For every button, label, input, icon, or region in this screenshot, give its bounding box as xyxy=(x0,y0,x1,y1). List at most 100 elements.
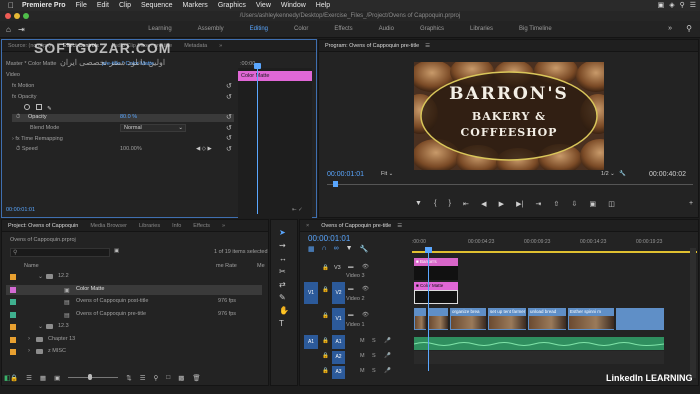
mute-icon[interactable]: M xyxy=(360,368,365,377)
step-back-icon[interactable]: ◀ xyxy=(481,200,486,210)
track-sync-icon[interactable]: ▬ xyxy=(348,312,354,321)
more-tabs-icon[interactable]: » xyxy=(213,43,228,49)
clip-a1-audio[interactable] xyxy=(413,337,665,350)
track-a2-label[interactable]: A2 xyxy=(332,351,345,364)
zoom-slider[interactable] xyxy=(68,374,119,380)
program-timecode[interactable]: 00:00:01:01 xyxy=(327,171,364,180)
snap-icon[interactable]: ∩ xyxy=(322,245,327,253)
project-list-item[interactable]: ▤ Ovens of Cappoquin pre-title 976 fps xyxy=(6,310,262,320)
menu-clip[interactable]: Clip xyxy=(119,2,131,9)
project-search-input[interactable]: ⚲ xyxy=(10,248,110,257)
minimize-window-button[interactable] xyxy=(14,13,20,19)
add-button-icon[interactable]: + xyxy=(689,200,693,209)
menu-file[interactable]: File xyxy=(76,2,87,9)
microphone-icon[interactable]: 🎤 xyxy=(384,338,391,347)
workspace-assembly[interactable]: Assembly xyxy=(198,26,224,32)
ec-mini-timeline[interactable] xyxy=(238,68,312,218)
zoom-select[interactable]: Fit ⌄ xyxy=(381,171,409,179)
panel-menu-icon[interactable]: ☰ xyxy=(425,43,430,49)
mark-out-icon[interactable]: } xyxy=(449,200,451,210)
track-a2-empty[interactable] xyxy=(414,351,664,364)
find-icon[interactable]: ⚲ xyxy=(154,374,159,384)
track-sync-icon[interactable]: ▬ xyxy=(348,264,354,273)
comparison-view-icon[interactable]: ◫ xyxy=(608,200,615,210)
pen-mask-icon[interactable]: ✎ xyxy=(47,106,52,112)
tab-program[interactable]: Program: Ovens of Cappoquin pre-title xyxy=(319,43,425,49)
list-view-icon[interactable]: ☰ xyxy=(26,374,32,384)
track-lock-icon[interactable]: 🔒 xyxy=(322,313,329,322)
extract-icon[interactable]: ⇩ xyxy=(572,200,578,210)
menu-markers[interactable]: Markers xyxy=(183,2,208,9)
ec-playhead-handle[interactable] xyxy=(254,63,261,69)
tab-sequence[interactable]: Ovens of Cappoquin pre-title xyxy=(315,223,397,229)
program-playhead[interactable] xyxy=(333,181,338,187)
master-clip-label[interactable]: Master * Color Matte xyxy=(6,61,56,70)
track-v1-label[interactable]: V1 xyxy=(332,308,345,330)
project-list-item[interactable]: ▤ Ovens of Cappoquin post-title 976 fps xyxy=(6,297,262,307)
track-lock-icon[interactable]: 🔒 xyxy=(322,368,329,377)
menu-edit[interactable]: Edit xyxy=(97,2,109,9)
ec-clip-bar[interactable]: Color Matte xyxy=(238,71,312,81)
lift-icon[interactable]: ⇧ xyxy=(553,200,559,210)
workspace-editing[interactable]: Editing xyxy=(250,26,268,32)
close-window-button[interactable] xyxy=(5,13,11,19)
tab-project[interactable]: Project: Ovens of Cappoquin xyxy=(2,223,84,229)
microphone-icon[interactable]: 🎤 xyxy=(384,353,391,362)
clear-icon[interactable]: 🗑 xyxy=(192,374,200,384)
clip-v1[interactable]: Esther spinni m xyxy=(568,308,615,330)
search-icon[interactable]: ⚲ xyxy=(680,1,685,9)
reset-icon[interactable]: ↺ xyxy=(226,124,232,135)
ec-playhead[interactable] xyxy=(257,64,258,214)
workspace-graphics[interactable]: Graphics xyxy=(420,26,444,32)
program-scrubber[interactable] xyxy=(327,184,693,185)
tab-info[interactable]: Info xyxy=(166,223,187,229)
reset-icon[interactable]: ↺ xyxy=(226,113,232,124)
time-remapping-effect[interactable]: › fx Time Remapping xyxy=(12,136,63,145)
import-icon[interactable]: ⇥ xyxy=(18,25,25,34)
pen-tool-icon[interactable]: ✎ xyxy=(279,293,289,302)
time-ruler[interactable]: :00:00 00:00:04:23 00:00:09:23 00:00:14:23 0… xyxy=(412,238,697,250)
workspace-big-timeline[interactable]: Big Timeline xyxy=(519,26,552,32)
track-visibility-icon[interactable]: 👁 xyxy=(362,286,369,295)
wrench-icon[interactable]: 🔧 xyxy=(619,171,626,180)
add-marker-icon[interactable]: ▼ xyxy=(346,245,353,253)
linked-selection-icon[interactable]: ∞ xyxy=(334,245,339,253)
resolution-select[interactable]: 1/2 ⌄ xyxy=(601,171,615,180)
mute-icon[interactable]: M xyxy=(360,353,365,362)
clip-v1[interactable] xyxy=(414,308,427,330)
project-list-item[interactable]: ⌄ 12.2 xyxy=(6,272,262,282)
ec-current-timecode[interactable]: 00:00:01:01 xyxy=(6,207,35,216)
apple-icon[interactable]:  xyxy=(8,1,14,10)
export-frame-icon[interactable]: ▣ xyxy=(590,200,597,210)
go-to-out-icon[interactable]: ⇥ xyxy=(535,200,541,210)
track-lock-icon[interactable]: 🔒 xyxy=(322,287,329,296)
track-visibility-icon[interactable]: 👁 xyxy=(362,312,369,321)
new-item-icon[interactable]: ▩ xyxy=(178,374,184,384)
razor-tool-icon[interactable]: ✂ xyxy=(279,267,289,276)
source-patch-a1[interactable]: A1 xyxy=(304,335,318,349)
zoom-window-button[interactable] xyxy=(23,13,29,19)
reset-icon[interactable]: ↺ xyxy=(226,93,232,104)
hand-tool-icon[interactable]: ✋ xyxy=(279,306,289,315)
track-select-tool-icon[interactable]: ⇝ xyxy=(279,241,289,250)
opacity-effect[interactable]: fx Opacity xyxy=(12,94,36,103)
project-list-item[interactable]: ▣ Color Matte xyxy=(6,284,262,295)
add-marker-icon[interactable]: ▼ xyxy=(415,200,422,210)
timeline-settings-icon[interactable]: 🔧 xyxy=(360,245,369,253)
selection-tool-icon[interactable]: ➤ xyxy=(279,228,289,237)
play-icon[interactable]: ▶ xyxy=(499,200,504,210)
panel-menu-icon[interactable]: ☰ xyxy=(397,223,402,229)
automate-to-sequence-icon[interactable]: ☰ xyxy=(140,374,146,384)
clip-v2-color-matte[interactable]: ■ Color Matte xyxy=(414,282,458,290)
speed-value[interactable]: 100.00% xyxy=(120,146,142,155)
column-frame-rate-header[interactable]: me Rate xyxy=(216,263,237,272)
clip-v1[interactable]: set up tent farmer xyxy=(488,308,527,330)
tab-metadata[interactable]: Metadata xyxy=(178,43,213,49)
track-a1-label[interactable]: A1 xyxy=(332,335,345,349)
track-a3-label[interactable]: A3 xyxy=(332,366,345,379)
lock-icon[interactable]: 🔒 xyxy=(10,374,18,384)
ripple-edit-tool-icon[interactable]: ↔ xyxy=(279,254,289,263)
freeform-view-icon[interactable]: ▣ xyxy=(54,374,60,384)
motion-effect[interactable]: fx Motion xyxy=(12,83,34,92)
slip-tool-icon[interactable]: ⇄ xyxy=(279,280,289,289)
